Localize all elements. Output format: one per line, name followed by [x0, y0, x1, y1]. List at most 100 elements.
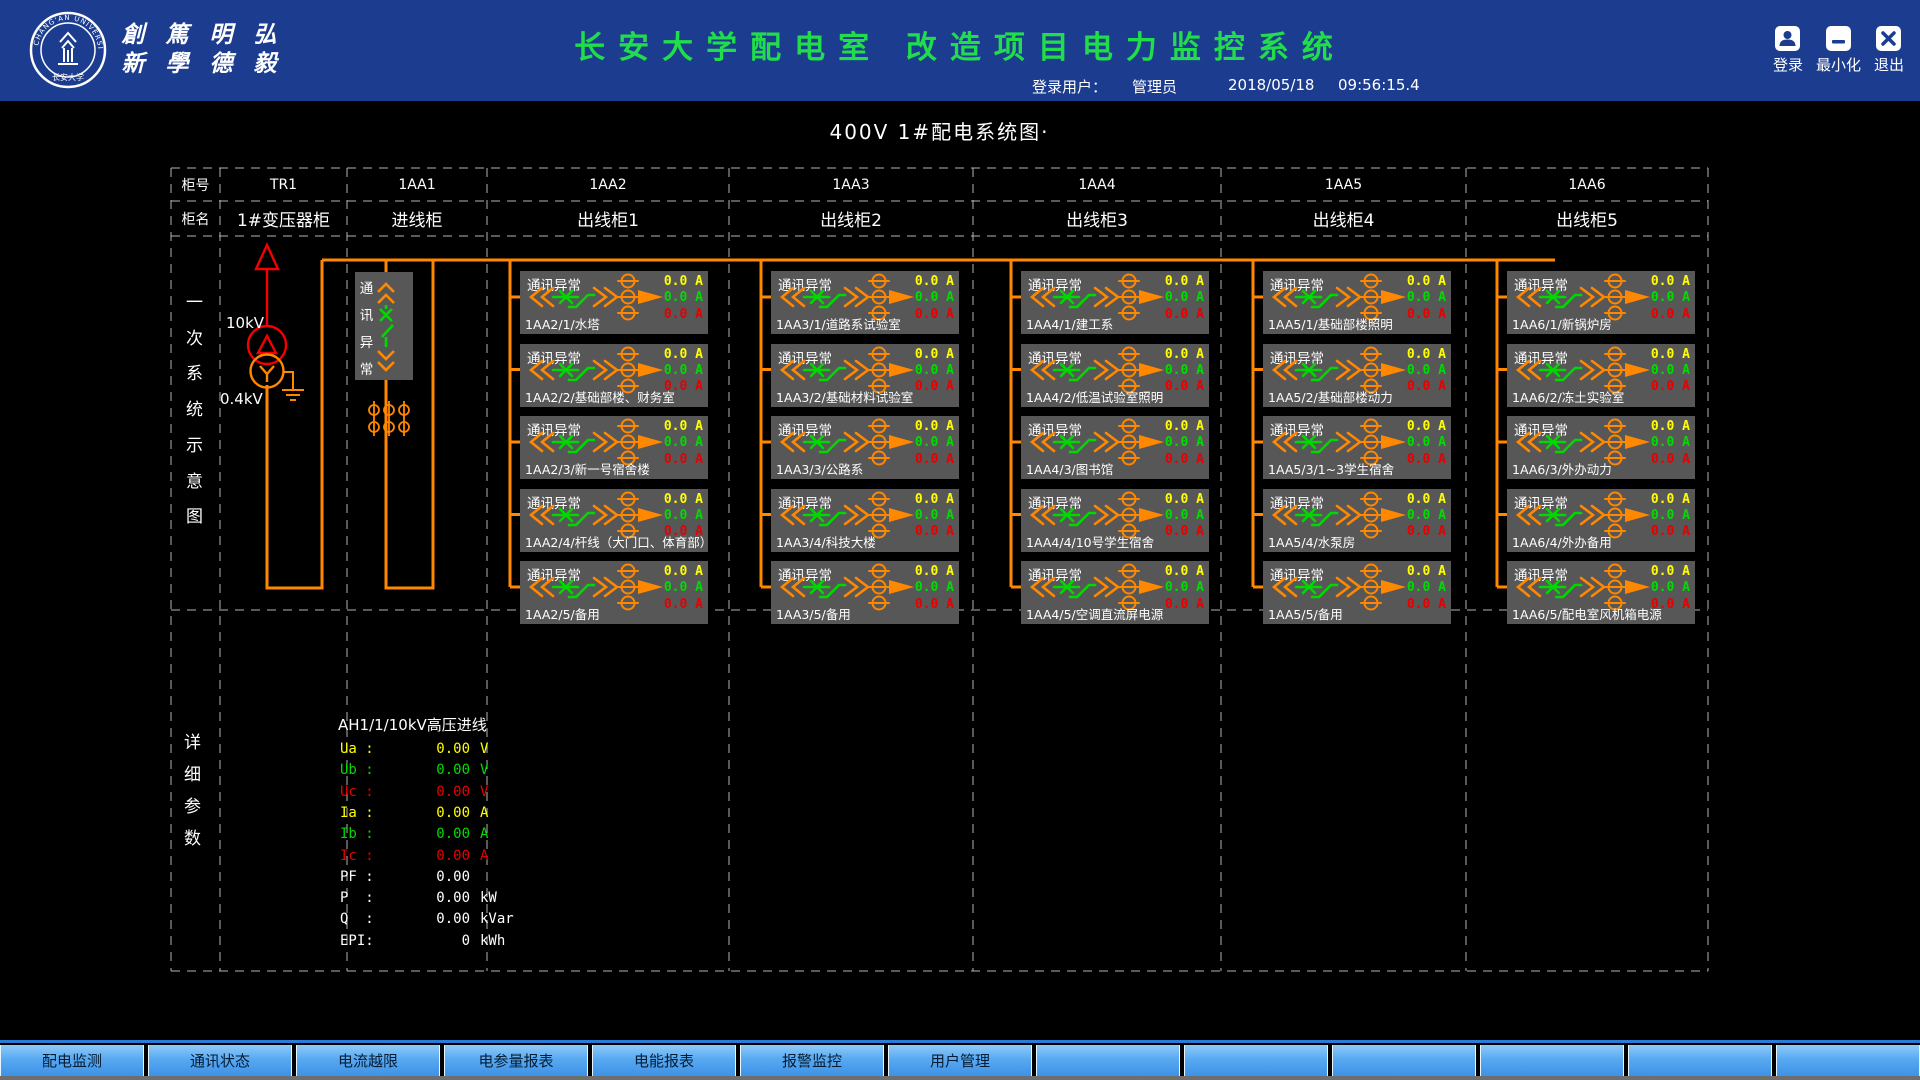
ground-icon	[282, 372, 304, 400]
feeder-label: 1AA3/5/备用	[776, 604, 851, 623]
feeder-box[interactable]: 通讯异常0.0 A0.0 A0.0 A1AA6/3/外办动力	[1507, 416, 1695, 479]
feeder-box[interactable]: 通讯异常0.0 A0.0 A0.0 A1AA3/4/科技大楼	[771, 489, 959, 552]
feeder-label: 1AA5/3/1~3学生宿舍	[1268, 459, 1394, 478]
feeder-box[interactable]: 通讯异常0.0 A0.0 A0.0 A1AA6/2/冻土实验室	[1507, 344, 1695, 407]
nav-item[interactable]: 电流越限	[296, 1045, 440, 1076]
feeder-current-a: 0.0 A	[915, 347, 954, 363]
nav-item[interactable]: 电参量报表	[444, 1045, 588, 1076]
feeder-label: 1AA6/4/外办备用	[1512, 532, 1612, 551]
feeder-currents: 0.0 A0.0 A0.0 A	[1407, 492, 1446, 541]
nav-item[interactable]: 通讯状态	[148, 1045, 292, 1076]
feeder-current-a: 0.0 A	[1651, 564, 1690, 580]
feeder-box[interactable]: 通讯异常0.0 A0.0 A0.0 A1AA6/4/外办备用	[1507, 489, 1695, 552]
feeder-box[interactable]: 通讯异常0.0 A0.0 A0.0 A1AA3/5/备用	[771, 561, 959, 624]
row-label-cell: 柜号	[171, 168, 220, 201]
feeder-label: 1AA6/3/外办动力	[1512, 459, 1612, 478]
feeder-current-b: 0.0 A	[1407, 363, 1446, 379]
feeder-current-b: 0.0 A	[1165, 508, 1204, 524]
feeder-current-a: 0.0 A	[915, 274, 954, 290]
feeder-current-c: 0.0 A	[664, 452, 703, 468]
feeder-box[interactable]: 通讯异常0.0 A0.0 A0.0 A1AA4/1/建工系	[1021, 271, 1209, 334]
param-label: Ua :	[340, 741, 398, 757]
main-area: 400V 1#配电系统图·	[0, 101, 1920, 1040]
param-value: 0	[398, 933, 470, 949]
param-value: 0.00	[398, 848, 470, 864]
feeder-box[interactable]: 通讯异常0.0 A0.0 A0.0 A1AA4/3/图书馆	[1021, 416, 1209, 479]
feeder-label: 1AA2/2/基础部楼、财务室	[525, 387, 675, 406]
feeder-current-b: 0.0 A	[915, 580, 954, 596]
nav-item[interactable]: 配电监测	[0, 1045, 144, 1076]
nav-item-empty[interactable]	[1776, 1045, 1920, 1076]
nav-item-empty[interactable]	[1332, 1045, 1476, 1076]
feeder-current-b: 0.0 A	[664, 508, 703, 524]
nav-item-empty[interactable]	[1184, 1045, 1328, 1076]
nav-item-empty[interactable]	[1480, 1045, 1624, 1076]
feeder-label: 1AA3/3/公路系	[776, 459, 863, 478]
side-label-primary-diagram: 一次系统示意图	[185, 286, 204, 536]
feeder-box[interactable]: 通讯异常0.0 A0.0 A0.0 A1AA5/3/1~3学生宿舍	[1263, 416, 1451, 479]
feeder-box[interactable]: 通讯异常0.0 A0.0 A0.0 A1AA3/1/道路系试验室	[771, 271, 959, 334]
nav-item[interactable]: 电能报表	[592, 1045, 736, 1076]
feeder-current-c: 0.0 A	[1407, 379, 1446, 395]
feeder-currents: 0.0 A0.0 A0.0 A	[1165, 419, 1204, 468]
feeder-currents: 0.0 A0.0 A0.0 A	[1165, 347, 1204, 396]
param-row: Ub :0.00V	[340, 760, 488, 780]
feeder-box[interactable]: 通讯异常0.0 A0.0 A0.0 A1AA4/2/低温试验室照明	[1021, 344, 1209, 407]
feeder-current-a: 0.0 A	[1407, 419, 1446, 435]
cabinet-name-cell: 出线柜1	[487, 201, 729, 236]
feeder-box[interactable]: 通讯异常0.0 A0.0 A0.0 A1AA2/4/杆线（大门口、体育部）	[520, 489, 708, 552]
feeder-current-a: 0.0 A	[1651, 492, 1690, 508]
param-label: Uc :	[340, 784, 398, 800]
nav-item-empty[interactable]	[1628, 1045, 1772, 1076]
feeder-box[interactable]: 通讯异常0.0 A0.0 A0.0 A1AA4/4/10号学生宿舍	[1021, 489, 1209, 552]
feeder-box[interactable]: 通讯异常0.0 A0.0 A0.0 A1AA2/5/备用	[520, 561, 708, 624]
nav-buttons: 配电监测通讯状态电流越限电参量报表电能报表报警监控用户管理	[0, 1045, 1920, 1076]
feeder-currents: 0.0 A0.0 A0.0 A	[1651, 419, 1690, 468]
feeder-current-b: 0.0 A	[915, 290, 954, 306]
cabinet-name-cell: 出线柜5	[1466, 201, 1708, 236]
feeder-box[interactable]: 通讯异常0.0 A0.0 A0.0 A1AA5/5/备用	[1263, 561, 1451, 624]
cabinet-name-cell: 出线柜3	[973, 201, 1221, 236]
feeder-box[interactable]: 通讯异常0.0 A0.0 A0.0 A1AA3/2/基础材料试验室	[771, 344, 959, 407]
cabinet-name-cell: 1#变压器柜	[220, 201, 347, 236]
param-unit: V	[480, 784, 488, 800]
param-unit: kVar	[480, 911, 514, 927]
feeder-current-b: 0.0 A	[1651, 508, 1690, 524]
feeder-current-b: 0.0 A	[1407, 435, 1446, 451]
feeder-current-c: 0.0 A	[1407, 597, 1446, 613]
feeder-current-b: 0.0 A	[915, 508, 954, 524]
param-label: Ia :	[340, 805, 398, 821]
nav-item[interactable]: 报警监控	[740, 1045, 884, 1076]
cabinet-id-cell: TR1	[220, 168, 347, 201]
param-unit: A	[480, 826, 488, 842]
feeder-current-a: 0.0 A	[664, 347, 703, 363]
feeder-label: 1AA4/1/建工系	[1026, 314, 1113, 333]
param-value: 0.00	[398, 762, 470, 778]
feeder-label: 1AA2/1/水塔	[525, 314, 600, 333]
param-value: 0.00	[398, 805, 470, 821]
feeder-box[interactable]: 通讯异常0.0 A0.0 A0.0 A1AA6/1/新锅炉房	[1507, 271, 1695, 334]
feeder-currents: 0.0 A0.0 A0.0 A	[1165, 492, 1204, 541]
feeder-box[interactable]: 通讯异常0.0 A0.0 A0.0 A1AA5/1/基础部楼照明	[1263, 271, 1451, 334]
param-value: 0.00	[398, 784, 470, 800]
nav-item-empty[interactable]	[1036, 1045, 1180, 1076]
feeder-box[interactable]: 通讯异常0.0 A0.0 A0.0 A1AA5/4/水泵房	[1263, 489, 1451, 552]
feeder-current-c: 0.0 A	[915, 307, 954, 323]
feeder-box[interactable]: 通讯异常0.0 A0.0 A0.0 A1AA2/2/基础部楼、财务室	[520, 344, 708, 407]
feeder-currents: 0.0 A0.0 A0.0 A	[915, 274, 954, 323]
feeder-box[interactable]: 通讯异常0.0 A0.0 A0.0 A1AA3/3/公路系	[771, 416, 959, 479]
feeder-box[interactable]: 通讯异常0.0 A0.0 A0.0 A1AA4/5/空调直流屏电源	[1021, 561, 1209, 624]
feeder-current-c: 0.0 A	[915, 524, 954, 540]
nav-item[interactable]: 用户管理	[888, 1045, 1032, 1076]
cabinet-id-cell: 1AA4	[973, 168, 1221, 201]
feeder-label: 1AA4/5/空调直流屏电源	[1026, 604, 1163, 623]
cabinet-id-cell: 1AA1	[347, 168, 487, 201]
feeder-box[interactable]: 通讯异常0.0 A0.0 A0.0 A1AA6/5/配电室风机箱电源	[1507, 561, 1695, 624]
feeder-current-b: 0.0 A	[1651, 290, 1690, 306]
param-label: Ib :	[340, 826, 398, 842]
feeder-box[interactable]: 通讯异常0.0 A0.0 A0.0 A1AA5/2/基础部楼动力	[1263, 344, 1451, 407]
feeder-current-c: 0.0 A	[1165, 307, 1204, 323]
feeder-box[interactable]: 通讯异常0.0 A0.0 A0.0 A1AA2/1/水塔	[520, 271, 708, 334]
cabinet-id-cell: 1AA2	[487, 168, 729, 201]
feeder-box[interactable]: 通讯异常0.0 A0.0 A0.0 A1AA2/3/新一号宿舍楼	[520, 416, 708, 479]
